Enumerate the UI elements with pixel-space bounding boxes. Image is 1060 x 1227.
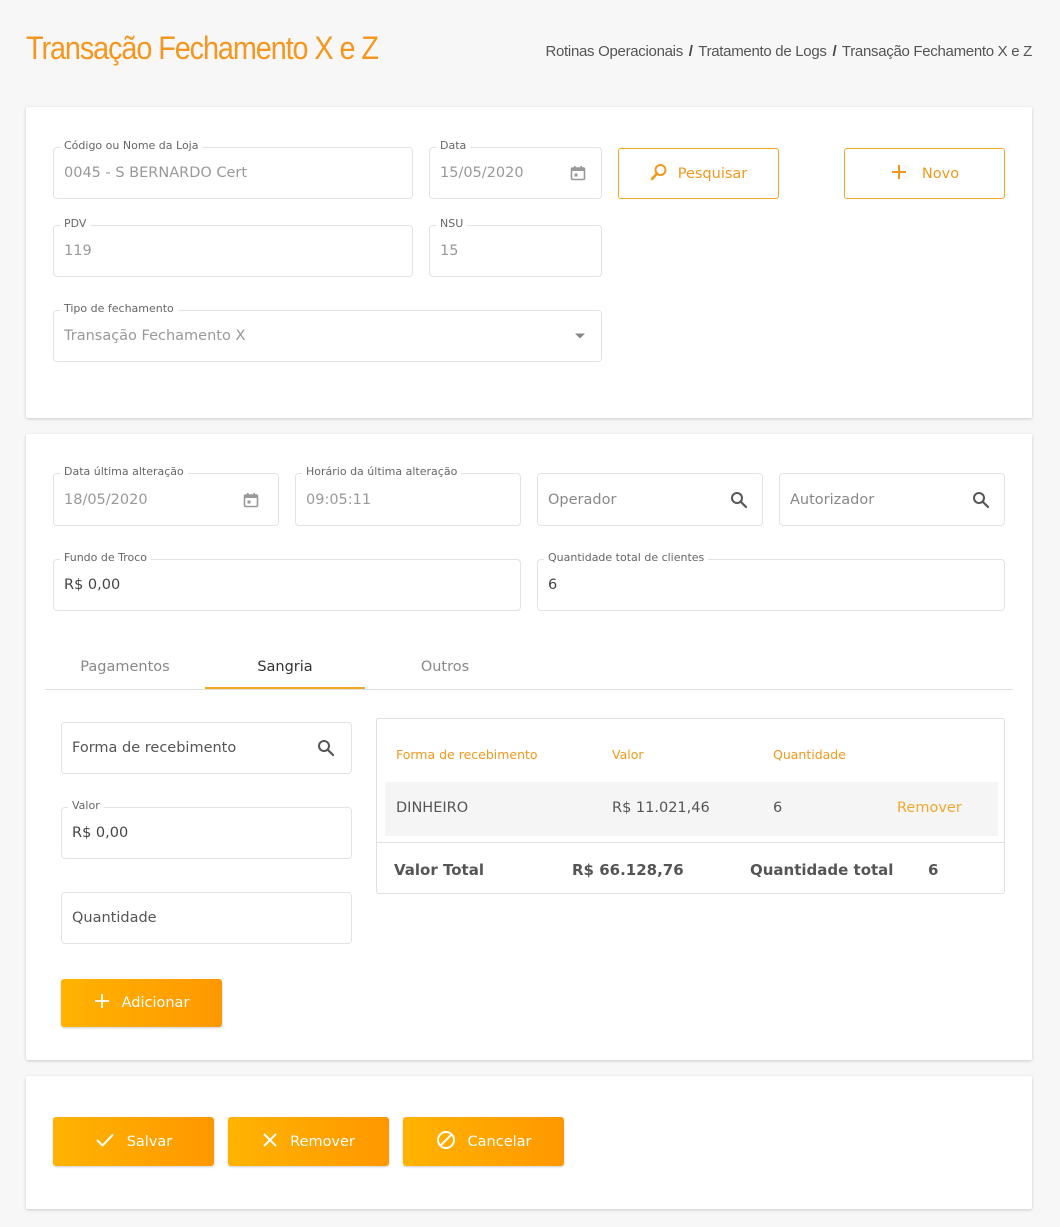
valor-total-label: Valor Total: [394, 861, 484, 879]
operador-placeholder: Operador: [548, 491, 617, 508]
search-icon[interactable]: [730, 491, 748, 509]
horario-alteracao-field: Horário da última alteração 09:05:11: [295, 465, 521, 526]
valor-value: R$ 0,00: [72, 825, 129, 841]
dropdown-arrow-icon[interactable]: [571, 327, 589, 345]
quantidade-placeholder: Quantidade: [72, 910, 157, 926]
data-alteracao-label: Data última alteração: [60, 465, 188, 478]
qtd-clientes-field[interactable]: Quantidade total de clientes 6: [537, 551, 1005, 611]
tab-outros[interactable]: Outros: [365, 645, 525, 689]
autorizador-input[interactable]: Autorizador: [779, 473, 1005, 526]
data-field[interactable]: Data 15/05/2020: [429, 139, 602, 199]
check-icon: [95, 1132, 115, 1152]
plus-icon: [94, 993, 110, 1013]
remover-label: Remover: [290, 1133, 355, 1150]
adicionar-button[interactable]: Adicionar: [61, 979, 222, 1027]
col-header-quantidade: Quantidade: [773, 747, 846, 762]
tab-sangria[interactable]: Sangria: [205, 645, 365, 689]
qtd-total-value: 6: [928, 861, 939, 879]
search-icon: [650, 163, 668, 185]
salvar-label: Salvar: [126, 1133, 173, 1150]
tipo-fechamento-label: Tipo de fechamento: [60, 302, 178, 315]
tabs-divider: [45, 689, 1013, 690]
sangria-table: Forma de recebimento Valor Quantidade DI…: [376, 718, 1005, 894]
valor-label: Valor: [68, 799, 104, 812]
loja-label: Código ou Nome da Loja: [60, 139, 203, 152]
pdv-value: 119: [64, 243, 92, 259]
search-icon[interactable]: [972, 491, 990, 509]
qtd-clientes-value: 6: [548, 577, 558, 593]
operador-input[interactable]: Operador: [537, 473, 763, 526]
forma-recebimento-input[interactable]: Forma de recebimento: [61, 722, 352, 774]
quantidade-input[interactable]: Quantidade: [61, 892, 352, 944]
nsu-label: NSU: [436, 217, 468, 230]
fundo-troco-label: Fundo de Troco: [60, 551, 152, 564]
pesquisar-button[interactable]: Pesquisar: [618, 148, 779, 199]
tab-pagamentos[interactable]: Pagamentos: [45, 645, 205, 689]
salvar-button[interactable]: Salvar: [53, 1117, 214, 1166]
forma-recebimento-placeholder: Forma de recebimento: [72, 740, 237, 756]
page-title: Transação Fechamento X e Z: [26, 30, 379, 66]
data-value: 15/05/2020: [440, 165, 524, 181]
nsu-value: 15: [440, 243, 459, 259]
tipo-fechamento-select[interactable]: Tipo de fechamento Transação Fechamento …: [53, 302, 602, 362]
col-header-forma: Forma de recebimento: [396, 747, 538, 762]
cell-forma: DINHEIRO: [396, 800, 469, 816]
pdv-field[interactable]: PDV 119: [53, 217, 413, 277]
tipo-fechamento-value: Transação Fechamento X: [64, 328, 246, 344]
loja-value: 0045 - S BERNARDO Cert: [64, 165, 248, 181]
pesquisar-label: Pesquisar: [677, 165, 748, 182]
horario-alteracao-label: Horário da última alteração: [302, 465, 462, 478]
plus-icon: [890, 163, 908, 185]
table-footer-divider: [377, 842, 1004, 843]
qtd-clientes-label: Quantidade total de clientes: [544, 551, 709, 564]
data-label: Data: [436, 139, 471, 152]
cell-quantidade: 6: [773, 800, 783, 816]
breadcrumb-separator: /: [688, 43, 693, 60]
breadcrumb-item-rotinas[interactable]: Rotinas Operacionais: [545, 43, 683, 60]
novo-button[interactable]: Novo: [844, 148, 1005, 199]
calendar-icon[interactable]: [569, 164, 587, 182]
cell-valor: R$ 11.021,46: [612, 800, 710, 816]
cancelar-button[interactable]: Cancelar: [403, 1117, 564, 1166]
remover-row-link[interactable]: Remover: [897, 800, 962, 816]
data-alteracao-value: 18/05/2020: [64, 491, 148, 508]
breadcrumb: Rotinas Operacionais / Tratamento de Log…: [545, 43, 1032, 60]
fundo-troco-field[interactable]: Fundo de Troco R$ 0,00: [53, 551, 521, 611]
valor-field[interactable]: Valor R$ 0,00: [61, 799, 352, 859]
cancelar-label: Cancelar: [467, 1133, 532, 1150]
remover-button[interactable]: Remover: [228, 1117, 389, 1166]
novo-label: Novo: [921, 165, 960, 182]
adicionar-label: Adicionar: [121, 995, 190, 1011]
pdv-label: PDV: [60, 217, 91, 230]
close-icon: [262, 1132, 278, 1152]
fundo-troco-value: R$ 0,00: [64, 577, 121, 593]
horario-alteracao-value: 09:05:11: [306, 491, 372, 508]
calendar-icon[interactable]: [242, 491, 260, 509]
col-header-valor: Valor: [612, 747, 644, 762]
breadcrumb-item-current: Transação Fechamento X e Z: [841, 43, 1032, 60]
breadcrumb-separator: /: [832, 43, 837, 60]
qtd-total-label: Quantidade total: [750, 861, 894, 879]
active-tab-indicator: [205, 687, 365, 689]
data-alteracao-field: Data última alteração 18/05/2020: [53, 465, 279, 526]
autorizador-placeholder: Autorizador: [790, 491, 875, 508]
valor-total-value: R$ 66.128,76: [572, 861, 684, 879]
cancel-icon: [436, 1130, 456, 1154]
loja-field[interactable]: Código ou Nome da Loja 0045 - S BERNARDO…: [53, 139, 413, 199]
search-icon[interactable]: [317, 739, 335, 757]
breadcrumb-item-tratamento[interactable]: Tratamento de Logs: [698, 43, 827, 60]
nsu-field[interactable]: NSU 15: [429, 217, 602, 277]
